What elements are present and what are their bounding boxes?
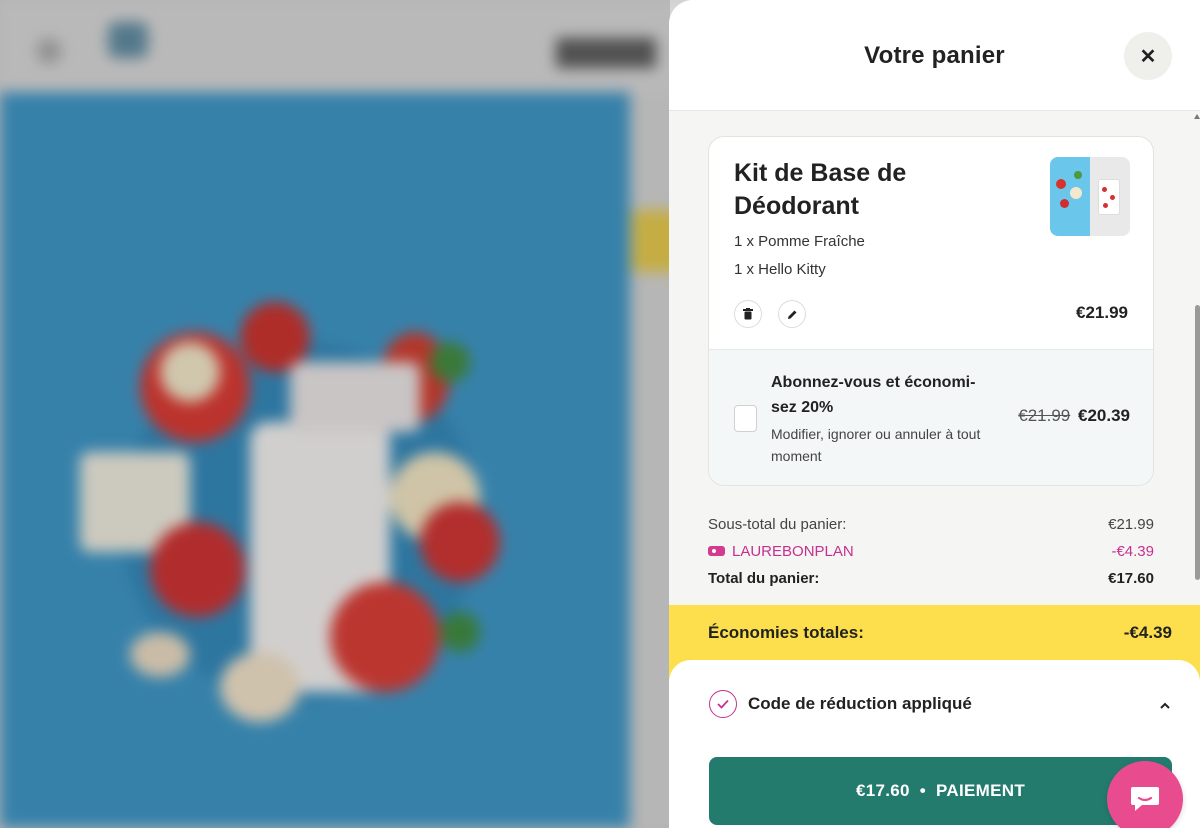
delete-item-button[interactable] [734, 300, 762, 328]
subscription-prices: €21.99 €20.39 [1018, 406, 1130, 426]
close-button[interactable]: ✕ [1124, 32, 1172, 80]
total-label: Total du panier: [708, 570, 820, 587]
cart-header: Votre panier ✕ [669, 0, 1200, 111]
check-circle-icon [709, 690, 737, 718]
checkout-button[interactable]: €17.60 • PAIEMENT [709, 757, 1172, 825]
subscription-old-price: €21.99 [1018, 406, 1071, 425]
chat-button[interactable] [1107, 761, 1183, 828]
savings-value: -€4.39 [1123, 623, 1172, 642]
subscription-new-price: €20.39 [1078, 406, 1130, 425]
scrollbar-thumb[interactable] [1195, 305, 1200, 580]
checkout-label: PAIEMENT [936, 781, 1026, 800]
item-thumbnail[interactable] [1050, 157, 1130, 236]
tag-icon [708, 546, 725, 557]
discount-code: LAUREBONPLAN [732, 543, 854, 560]
thumbnail-apple-image [1050, 157, 1090, 236]
edit-item-button[interactable] [778, 300, 806, 328]
subtotal-label: Sous-total du panier: [708, 516, 847, 533]
trash-icon [743, 308, 753, 320]
thumbnail-kitty-image [1090, 157, 1130, 236]
savings-label: Économies totales: [708, 623, 864, 642]
pencil-icon [787, 310, 796, 319]
subscribe-checkbox[interactable] [734, 405, 757, 432]
item-variant: 1 x Hello Kitty [734, 261, 826, 278]
subtotal-value: €21.99 [1108, 516, 1154, 533]
total-value: €17.60 [1108, 570, 1154, 587]
subscription-title: Abonnez-vous et économi-sez 20% [771, 374, 976, 416]
item-name: Kit de Base de Déodorant [734, 159, 907, 220]
discount-value: -€4.39 [1111, 543, 1154, 560]
subscription-description: Modifier, ignorer ou annuler à tout mome… [771, 426, 981, 464]
item-variant: 1 x Pomme Fraîche [734, 233, 865, 250]
cart-title: Votre panier [864, 42, 1005, 69]
cart-drawer: Votre panier ✕ Kit de Base de Déodorant … [669, 0, 1200, 828]
cart-item: Kit de Base de Déodorant 1 x Pomme Fraîc… [708, 136, 1154, 486]
checkout-amount: €17.60 [855, 781, 910, 800]
item-price: €21.99 [1076, 303, 1128, 322]
subscription-option[interactable]: Abonnez-vous et économi-sez 20% Modifier… [709, 349, 1153, 485]
close-icon: ✕ [1139, 45, 1157, 68]
checkout-separator: • [919, 781, 927, 800]
discount-code-label: LAUREBONPLAN [708, 543, 854, 560]
scroll-up-arrow-icon[interactable] [1194, 114, 1200, 119]
discount-code-toggle[interactable]: Code de réduction appliqué [748, 694, 972, 714]
chat-bubble-icon [1131, 787, 1159, 811]
page-dim-overlay[interactable] [0, 0, 670, 828]
chevron-up-icon[interactable] [1160, 696, 1170, 714]
